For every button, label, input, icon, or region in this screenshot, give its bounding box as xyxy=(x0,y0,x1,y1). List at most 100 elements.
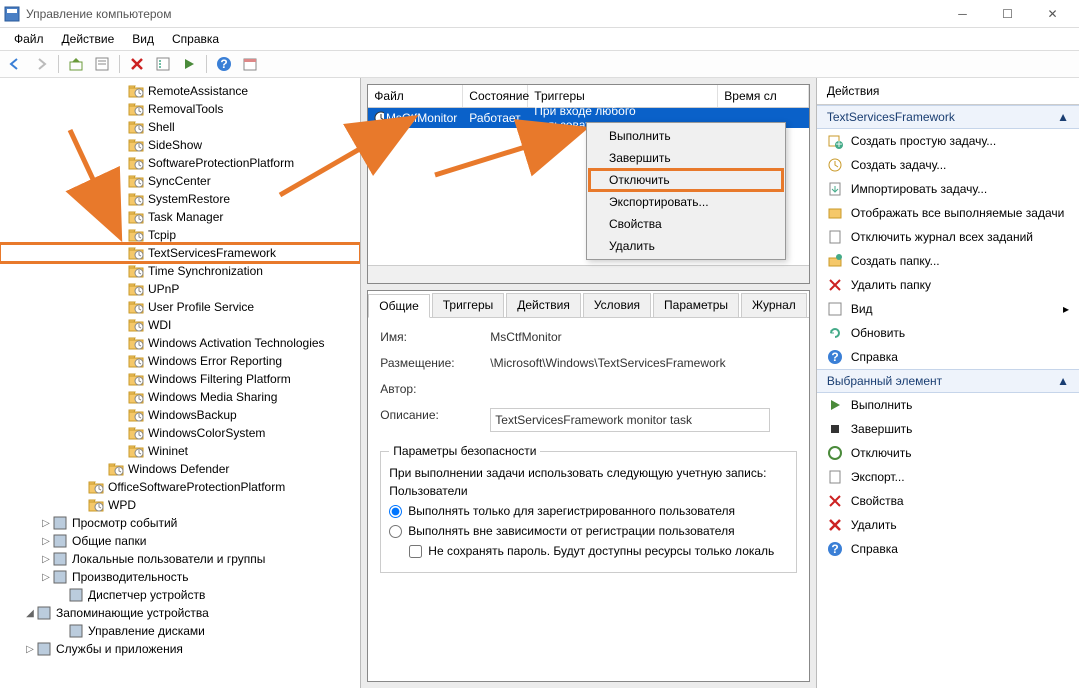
col-time[interactable]: Время сл xyxy=(718,85,809,107)
delete-button[interactable] xyxy=(126,53,148,75)
tree-item[interactable]: ▷Просмотр событий xyxy=(0,514,360,532)
tab-conditions[interactable]: Условия xyxy=(583,293,651,317)
tree-item-textservicesframework[interactable]: TextServicesFramework xyxy=(0,244,360,262)
close-button[interactable]: ✕ xyxy=(1030,2,1075,26)
menu-view[interactable]: Вид xyxy=(124,30,162,48)
tree-item-time-synchronization[interactable]: Time Synchronization xyxy=(0,262,360,280)
expander-icon[interactable]: ▷ xyxy=(24,644,36,655)
tree-item-windowscolorsystem[interactable]: WindowsColorSystem xyxy=(0,424,360,442)
menu-help[interactable]: Справка xyxy=(164,30,227,48)
tab-log[interactable]: Журнал xyxy=(741,293,807,317)
tree-item[interactable]: ▷Службы и приложения xyxy=(0,640,360,658)
folder-task-icon xyxy=(128,191,144,207)
col-file[interactable]: Файл xyxy=(368,85,463,107)
action-task-new[interactable]: +Создать простую задачу... xyxy=(817,129,1079,153)
action-props[interactable]: Свойства xyxy=(817,489,1079,513)
actions-section1[interactable]: TextServicesFramework▲ xyxy=(817,105,1079,129)
context-выполнить[interactable]: Выполнить xyxy=(589,125,783,147)
tree-item[interactable]: Диспетчер устройств xyxy=(0,586,360,604)
tree-item-windows-media-sharing[interactable]: Windows Media Sharing xyxy=(0,388,360,406)
radio-logged-on[interactable] xyxy=(389,505,402,518)
tree-item-shell[interactable]: Shell xyxy=(0,118,360,136)
tree-pane[interactable]: RemoteAssistanceRemovalToolsShellSideSho… xyxy=(0,78,361,688)
tree-item-windowsbackup[interactable]: WindowsBackup xyxy=(0,406,360,424)
tree-item-windows defender[interactable]: Windows Defender xyxy=(0,460,360,478)
tree-item-windows-error-reporting[interactable]: Windows Error Reporting xyxy=(0,352,360,370)
menu-file[interactable]: Файл xyxy=(6,30,52,48)
expander-icon[interactable]: ▷ xyxy=(40,572,52,583)
action-help[interactable]: ?Справка xyxy=(817,345,1079,369)
actions-section2[interactable]: Выбранный элемент▲ xyxy=(817,369,1079,393)
tab-general[interactable]: Общие xyxy=(368,294,429,318)
back-button[interactable] xyxy=(4,53,26,75)
tree-item-sideshow[interactable]: SideShow xyxy=(0,136,360,154)
value-desc: TextServicesFramework monitor task xyxy=(490,408,770,432)
context-свойства[interactable]: Свойства xyxy=(589,213,783,235)
forward-button[interactable] xyxy=(30,53,52,75)
tree-item[interactable]: Управление дисками xyxy=(0,622,360,640)
expander-icon[interactable]: ▷ xyxy=(40,518,52,529)
action-stop[interactable]: Завершить xyxy=(817,417,1079,441)
tree-item-wdi[interactable]: WDI xyxy=(0,316,360,334)
tree-item-removaltools[interactable]: RemovalTools xyxy=(0,100,360,118)
expander-icon[interactable]: ▷ xyxy=(40,536,52,547)
context-завершить[interactable]: Завершить xyxy=(589,147,783,169)
label-author: Автор: xyxy=(380,382,490,396)
action-view-all[interactable]: Отображать все выполняемые задачи xyxy=(817,201,1079,225)
folder-task-icon xyxy=(108,461,124,477)
tab-triggers[interactable]: Триггеры xyxy=(432,293,505,317)
radio-any[interactable] xyxy=(389,525,402,538)
tree-item-windows-filtering-platform[interactable]: Windows Filtering Platform xyxy=(0,370,360,388)
tree-item-upnp[interactable]: UPnP xyxy=(0,280,360,298)
help-button[interactable]: ? xyxy=(213,53,235,75)
action-play[interactable]: Выполнить xyxy=(817,393,1079,417)
tree-item[interactable]: ▷Производительность xyxy=(0,568,360,586)
action-help[interactable]: ?Справка xyxy=(817,537,1079,561)
action-view[interactable]: Вид▸ xyxy=(817,297,1079,321)
minimize-button[interactable]: ─ xyxy=(940,2,985,26)
context-удалить[interactable]: Удалить xyxy=(589,235,783,257)
action-delete[interactable]: Удалить xyxy=(817,513,1079,537)
action-log-off[interactable]: Отключить журнал всех заданий xyxy=(817,225,1079,249)
scrollbar[interactable] xyxy=(368,265,809,283)
tree-item-systemrestore[interactable]: SystemRestore xyxy=(0,190,360,208)
action-task-new2[interactable]: Создать задачу... xyxy=(817,153,1079,177)
tree-item-wpd[interactable]: WPD xyxy=(0,496,360,514)
action-import[interactable]: Импортировать задачу... xyxy=(817,177,1079,201)
tree-item[interactable]: ◢Запоминающие устройства xyxy=(0,604,360,622)
tree-item-officesoftwareprotectionplatform[interactable]: OfficeSoftwareProtectionPlatform xyxy=(0,478,360,496)
props-button[interactable] xyxy=(91,53,113,75)
tree-item-user-profile-service[interactable]: User Profile Service xyxy=(0,298,360,316)
menu-action[interactable]: Действие xyxy=(54,30,123,48)
tab-params[interactable]: Параметры xyxy=(653,293,739,317)
tree-item[interactable]: ▷Локальные пользователи и группы xyxy=(0,550,360,568)
expander-icon[interactable]: ▷ xyxy=(40,554,52,565)
tab-actions[interactable]: Действия xyxy=(506,293,581,317)
action-folder-new[interactable]: Создать папку... xyxy=(817,249,1079,273)
play-button[interactable] xyxy=(178,53,200,75)
context-отключить[interactable]: Отключить xyxy=(589,169,783,191)
action-refresh[interactable]: Обновить xyxy=(817,321,1079,345)
tree-item[interactable]: ▷Общие папки xyxy=(0,532,360,550)
calendar-button[interactable] xyxy=(239,53,261,75)
tree-item-remoteassistance[interactable]: RemoteAssistance xyxy=(0,82,360,100)
collapse-icon: ▲ xyxy=(1057,374,1069,388)
tree-item-wininet[interactable]: Wininet xyxy=(0,442,360,460)
tree-item-task-manager[interactable]: Task Manager xyxy=(0,208,360,226)
tree-item-tcpip[interactable]: Tcpip xyxy=(0,226,360,244)
tree-item-windows-activation-technologies[interactable]: Windows Activation Technologies xyxy=(0,334,360,352)
maximize-button[interactable]: ☐ xyxy=(985,2,1030,26)
folder-task-icon xyxy=(88,497,104,513)
col-state[interactable]: Состояние xyxy=(463,85,528,107)
tree-item-synccenter[interactable]: SyncCenter xyxy=(0,172,360,190)
dev-icon xyxy=(68,587,84,603)
expander-icon[interactable]: ◢ xyxy=(24,608,36,619)
checkbox-nopw[interactable] xyxy=(409,545,422,558)
list-button[interactable] xyxy=(152,53,174,75)
action-export[interactable]: Экспорт... xyxy=(817,465,1079,489)
tree-item-softwareprotectionplatform[interactable]: SoftwareProtectionPlatform xyxy=(0,154,360,172)
action-disable[interactable]: Отключить xyxy=(817,441,1079,465)
action-delete-folder[interactable]: Удалить папку xyxy=(817,273,1079,297)
up-button[interactable] xyxy=(65,53,87,75)
context-экспортировать-[interactable]: Экспортировать... xyxy=(589,191,783,213)
